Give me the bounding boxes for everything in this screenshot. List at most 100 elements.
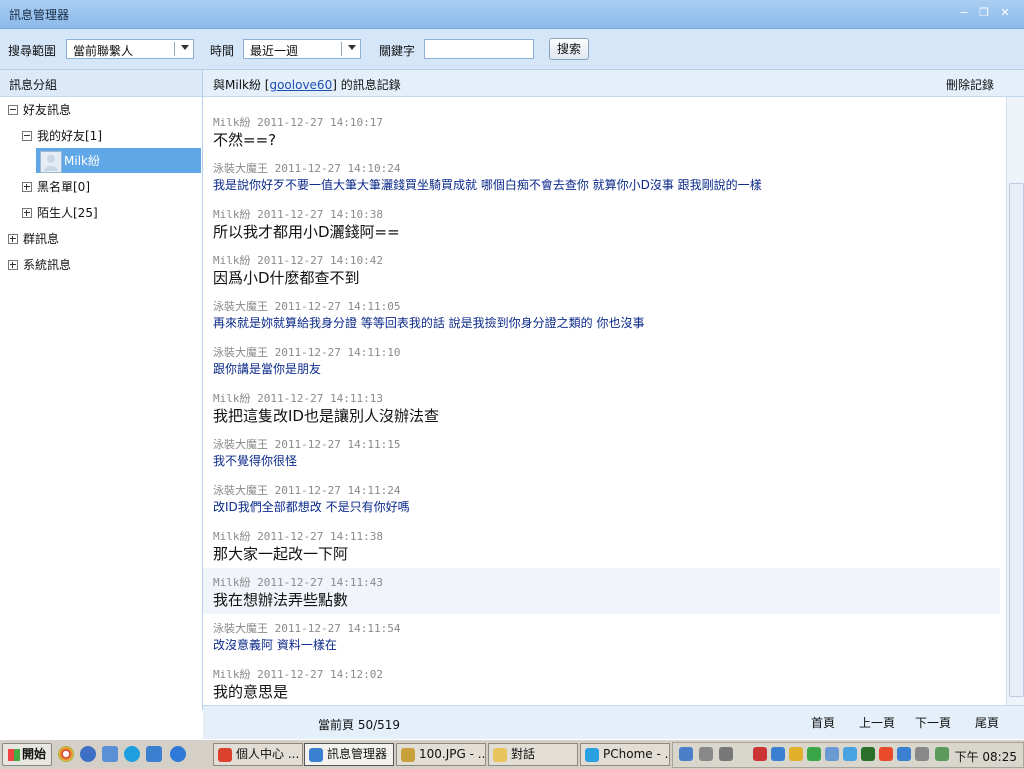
prev-page-link[interactable]: 上一頁	[859, 714, 895, 731]
message-timestamp: 2011-12-27 14:11:24	[274, 484, 401, 497]
next-page-link[interactable]: 下一頁	[915, 714, 951, 731]
message-timestamp: 2011-12-27 14:10:24	[274, 162, 401, 175]
dropbox-icon[interactable]	[843, 747, 857, 761]
message-timestamp: 2011-12-27 14:11:43	[257, 576, 383, 589]
scrollbar-thumb[interactable]	[1009, 183, 1024, 697]
tree-item-system-messages[interactable]: 系統訊息	[8, 254, 198, 276]
time-select[interactable]: 最近一週	[243, 39, 361, 59]
last-page-link[interactable]: 尾頁	[975, 714, 999, 731]
message-item: Milk紛 2011-12-27 14:10:17 不然==?	[203, 108, 1000, 154]
volume-icon[interactable]	[719, 747, 733, 761]
message-item: 泳裝大魔王 2011-12-27 14:10:24 我是說你好歹不要一值大筆大筆灑…	[203, 154, 1000, 200]
tree-item-label: 黑名單[0]	[37, 180, 90, 194]
contact-id-link[interactable]: goolove60	[269, 78, 332, 92]
sidebar-header: 訊息分組	[0, 70, 202, 97]
explorer-icon[interactable]	[102, 746, 118, 762]
expand-icon[interactable]	[8, 234, 18, 244]
avatar-icon	[44, 155, 58, 171]
qq-message-tray-icon[interactable]	[897, 747, 911, 761]
expand-icon[interactable]	[8, 260, 18, 270]
search-button[interactable]: 搜索	[549, 38, 589, 60]
message-list[interactable]: Milk紛 2011-12-27 14:10:17 不然==? 泳裝大魔王 2011…	[203, 97, 1006, 705]
expand-icon[interactable]	[22, 182, 32, 192]
app-tray-icon[interactable]	[861, 747, 875, 761]
settings-icon[interactable]	[699, 747, 713, 761]
close-button[interactable]: ✕	[998, 7, 1012, 19]
minimize-button[interactable]: −	[957, 7, 971, 19]
internet-explorer-icon[interactable]	[170, 746, 186, 762]
keyword-input[interactable]	[424, 39, 534, 59]
first-page-link[interactable]: 首頁	[811, 714, 835, 731]
message-meta: 泳裝大魔王 2011-12-27 14:11:24	[213, 482, 400, 498]
taskbar-task-button[interactable]: 100.JPG - ...	[396, 743, 486, 766]
qq-tray-icon[interactable]	[771, 747, 785, 761]
restore-button[interactable]: ❐	[977, 7, 991, 19]
message-text: 我是說你好歹不要一值大筆大筆灑錢買坐騎買成就 哪個白痴不會去查你 就算你小D沒事…	[213, 178, 762, 192]
chrome-quicklaunch-icon[interactable]	[58, 746, 74, 762]
select-divider	[174, 42, 175, 56]
qq-icon[interactable]	[146, 746, 162, 762]
history-title-prefix: 與Milk紛 [	[213, 78, 270, 92]
start-label: 開始	[21, 747, 46, 761]
image-viewer-icon	[401, 747, 415, 762]
scope-select[interactable]: 當前聯繫人	[66, 39, 194, 59]
message-text: 我把這隻改ID也是讓別人沒辦法查	[213, 407, 439, 425]
keyword-label: 關鍵字	[379, 44, 416, 58]
tree-item-group-messages[interactable]: 群訊息	[8, 228, 198, 250]
tree-item-blacklist[interactable]: 黑名單[0]	[22, 176, 192, 198]
message-timestamp: 2011-12-27 14:11:10	[274, 346, 401, 359]
time-select-value: 最近一週	[250, 44, 299, 58]
scope-label: 搜尋範圍	[8, 44, 57, 58]
chrome-icon	[218, 747, 232, 762]
history-title-suffix: ] 的訊息記錄	[332, 78, 401, 92]
message-sender: 泳裝大魔王	[213, 438, 268, 451]
system-tray: 下午 08:25	[672, 742, 1024, 768]
message-meta: 泳裝大魔王 2011-12-27 14:11:54	[213, 620, 400, 636]
message-item: Milk紛 2011-12-27 14:10:38 所以我才都用小D灑錢阿==	[203, 200, 1000, 246]
message-text: 不然==?	[213, 131, 277, 149]
taskbar-task-button[interactable]: PChome - ...	[580, 743, 670, 766]
antivirus-icon[interactable]	[753, 747, 767, 761]
message-item: 泳裝大魔王 2011-12-27 14:11:24 改ID我們全部都想改 不是只有…	[203, 476, 1000, 522]
message-item: Milk紛 2011-12-27 14:11:13 我把這隻改ID也是讓別人沒辦法…	[203, 384, 1000, 430]
update-icon[interactable]	[935, 747, 949, 761]
delete-records-link[interactable]: 刪除記錄	[946, 76, 994, 93]
penguin-icon[interactable]	[789, 747, 803, 761]
speaker-icon[interactable]	[915, 747, 929, 761]
avatar	[40, 151, 62, 173]
network-icon[interactable]	[679, 747, 693, 761]
message-text: 我在想辦法弄些點數	[213, 591, 349, 609]
shield-icon[interactable]	[807, 747, 821, 761]
tree-item-contact-milk[interactable]: Milk紛	[64, 150, 184, 172]
message-history-panel: 與Milk紛 [goolove60] 的訊息記錄 刪除記錄 Milk紛 2011…	[203, 70, 1024, 710]
taskbar-task-button[interactable]: 訊息管理器	[304, 743, 394, 766]
vertical-scrollbar[interactable]	[1006, 97, 1024, 705]
taskbar-task-button[interactable]: 對話	[488, 743, 578, 766]
expand-icon[interactable]	[22, 208, 32, 218]
collapse-icon[interactable]	[8, 105, 18, 115]
qq-message-icon	[309, 747, 323, 762]
message-item: 泳裝大魔王 2011-12-27 14:11:10 跟你講是當你是朋友	[203, 338, 1000, 384]
time-label: 時間	[210, 44, 235, 58]
chevron-down-icon[interactable]	[181, 45, 189, 50]
message-text: 跟你講是當你是朋友	[213, 362, 322, 376]
chevron-down-icon[interactable]	[348, 45, 356, 50]
media-player-icon[interactable]	[80, 746, 96, 762]
messenger-icon[interactable]	[825, 747, 839, 761]
page-info: 當前頁 50/519	[318, 718, 401, 732]
opera-icon[interactable]	[879, 747, 893, 761]
message-meta: Milk紛 2011-12-27 14:11:13	[213, 390, 383, 406]
taskbar-task-button[interactable]: 個人中心 ...	[213, 743, 303, 766]
tree-item-strangers[interactable]: 陌生人[25]	[22, 202, 192, 224]
message-meta: 泳裝大魔王 2011-12-27 14:11:10	[213, 344, 400, 360]
taskbar-task-label: 對話	[511, 747, 536, 761]
tree-item-my-friends[interactable]: 我的好友[1]	[22, 125, 192, 147]
message-item: 泳裝大魔王 2011-12-27 14:11:05 再來就是妳就算給我身分證 等等…	[203, 292, 1000, 338]
sidebar-title: 訊息分組	[9, 78, 58, 92]
skype-icon[interactable]	[124, 746, 140, 762]
message-meta: Milk紛 2011-12-27 14:11:43	[213, 574, 383, 590]
start-button[interactable]: 開始	[2, 743, 52, 766]
tree-item-friend-messages[interactable]: 好友訊息	[8, 99, 198, 121]
collapse-icon[interactable]	[22, 131, 32, 141]
message-sender: Milk紛	[213, 254, 251, 267]
